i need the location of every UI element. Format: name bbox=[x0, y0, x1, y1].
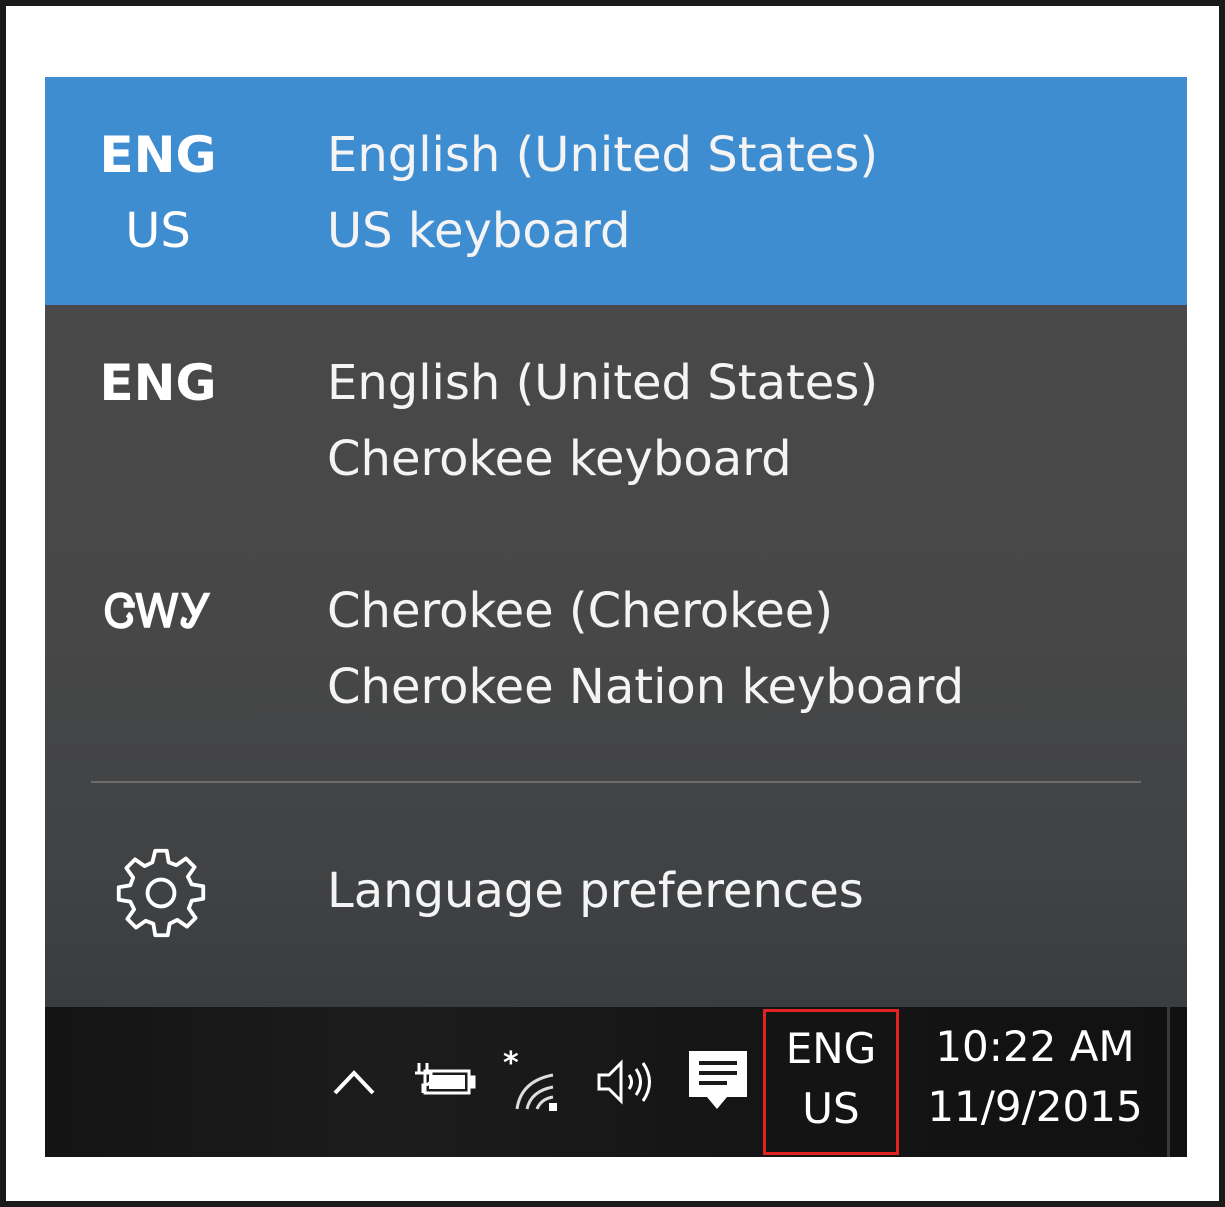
language-abbreviation: ENG US bbox=[45, 117, 271, 269]
language-description: English (United States) US keyboard bbox=[327, 117, 878, 269]
language-abbreviation: ENG bbox=[45, 345, 271, 421]
keyboard-name: US keyboard bbox=[327, 203, 631, 259]
show-desktop-separator[interactable] bbox=[1167, 1007, 1170, 1157]
language-item-cherokee-nation-keyboard[interactable]: ᏣᎳᎩ Cherokee (Cherokee) Cherokee Nation … bbox=[45, 533, 1187, 761]
region-code: US bbox=[125, 203, 191, 259]
chevron-up-icon[interactable] bbox=[331, 1067, 377, 1097]
divider bbox=[91, 781, 1141, 783]
language-code: ENG bbox=[99, 126, 217, 184]
taskbar: * ENG US 10:22 AM 11/9/2015 bbox=[45, 1007, 1187, 1157]
clock-date: 11/9/2015 bbox=[927, 1082, 1143, 1131]
input-indicator-keyboard: US bbox=[802, 1084, 860, 1133]
language-item-english-us-keyboard[interactable]: ENG US English (United States) US keyboa… bbox=[45, 77, 1187, 305]
input-indicator-language: ENG bbox=[785, 1024, 877, 1073]
clock[interactable]: 10:22 AM 11/9/2015 bbox=[925, 1017, 1145, 1137]
svg-text:*: * bbox=[503, 1047, 519, 1081]
language-description: English (United States) Cherokee keyboar… bbox=[327, 345, 878, 497]
language-name: English (United States) bbox=[327, 355, 879, 411]
clock-time: 10:22 AM bbox=[935, 1022, 1135, 1071]
language-code: ENG bbox=[99, 354, 217, 412]
wifi-icon[interactable]: * bbox=[503, 1047, 567, 1113]
language-name: English (United States) bbox=[327, 127, 879, 183]
action-center-icon[interactable] bbox=[687, 1049, 749, 1115]
keyboard-name: Cherokee keyboard bbox=[327, 431, 792, 487]
volume-icon[interactable] bbox=[595, 1057, 661, 1107]
language-code: ᏣᎳᎩ bbox=[104, 584, 212, 638]
input-indicator[interactable]: ENG US bbox=[766, 1019, 896, 1139]
gear-icon bbox=[116, 848, 206, 938]
language-item-english-cherokee-keyboard[interactable]: ENG English (United States) Cherokee key… bbox=[45, 305, 1187, 533]
keyboard-name: Cherokee Nation keyboard bbox=[327, 659, 965, 715]
language-preferences-label: Language preferences bbox=[327, 863, 864, 919]
input-language-flyout: ENG US English (United States) US keyboa… bbox=[45, 77, 1187, 1007]
battery-charging-icon[interactable] bbox=[413, 1059, 477, 1099]
language-description: Cherokee (Cherokee) Cherokee Nation keyb… bbox=[327, 573, 964, 725]
language-abbreviation: ᏣᎳᎩ bbox=[45, 573, 271, 649]
language-preferences-link[interactable]: Language preferences bbox=[45, 807, 1187, 977]
language-name: Cherokee (Cherokee) bbox=[327, 583, 834, 639]
